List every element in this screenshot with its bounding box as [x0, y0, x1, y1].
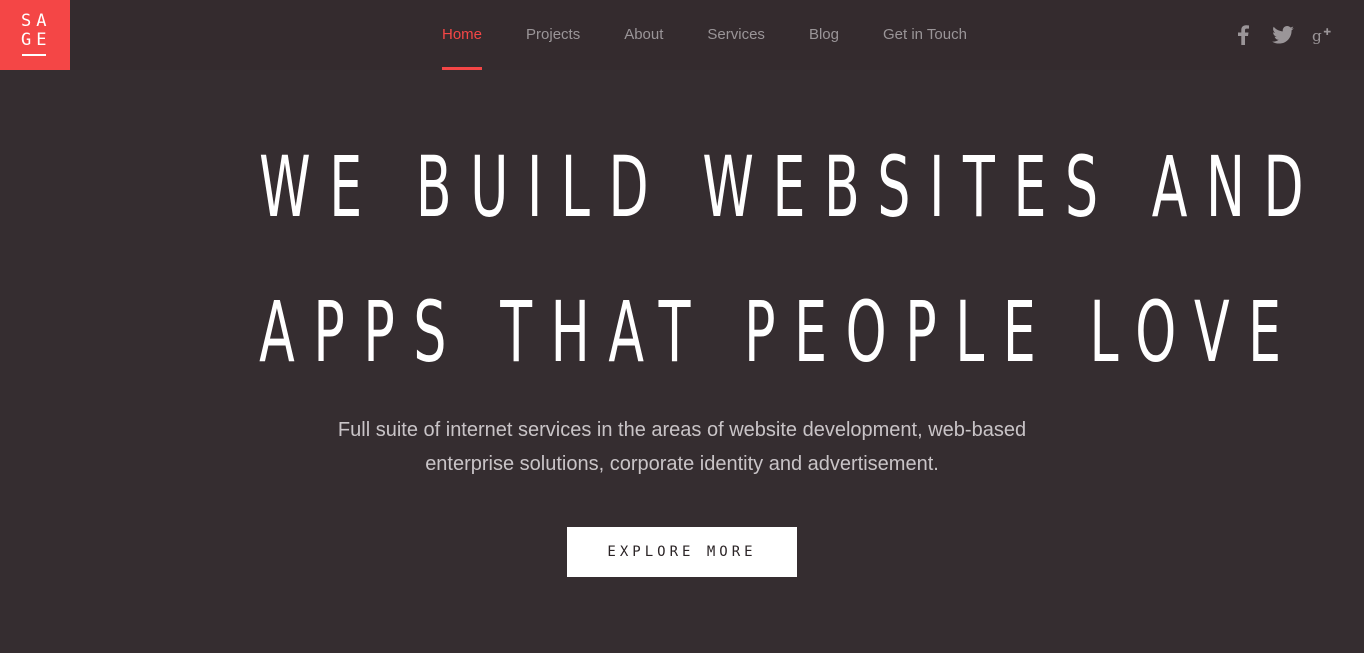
hero-title-line-2: APPS THAT PEOPLE LOVE [259, 283, 1300, 381]
hero-title-line-1: WE BUILD WEBSITES AND [259, 138, 1323, 236]
nav-item-home[interactable]: Home [420, 0, 504, 70]
main-nav: Home Projects About Services Blog Get in… [420, 0, 989, 70]
hero-subtitle: Full suite of internet services in the a… [282, 413, 1082, 481]
sage-logo[interactable]: SA GE [0, 0, 70, 70]
twitter-icon[interactable] [1272, 24, 1294, 46]
nav-item-projects[interactable]: Projects [504, 0, 602, 70]
top-navigation-bar: SA GE Home Projects About Services Blog … [0, 0, 1364, 70]
google-plus-icon[interactable]: g [1312, 24, 1334, 46]
nav-item-get-in-touch[interactable]: Get in Touch [861, 0, 989, 70]
logo-text-bottom: GE [21, 30, 52, 50]
landing-page: SA GE Home Projects About Services Blog … [0, 0, 1364, 653]
social-links: g [1232, 24, 1334, 46]
hero-subtitle-line-2: enterprise solutions, corporate identity… [425, 453, 939, 475]
svg-text:g: g [1312, 27, 1322, 45]
nav-item-about[interactable]: About [602, 0, 685, 70]
hero-subtitle-line-1: Full suite of internet services in the a… [337, 419, 1027, 441]
nav-item-services[interactable]: Services [685, 0, 787, 70]
logo-text-top: SA [21, 11, 52, 31]
logo-underline [22, 54, 46, 56]
facebook-icon[interactable] [1232, 24, 1254, 46]
explore-more-button[interactable]: EXPLORE MORE [567, 527, 797, 577]
nav-item-blog[interactable]: Blog [787, 0, 861, 70]
